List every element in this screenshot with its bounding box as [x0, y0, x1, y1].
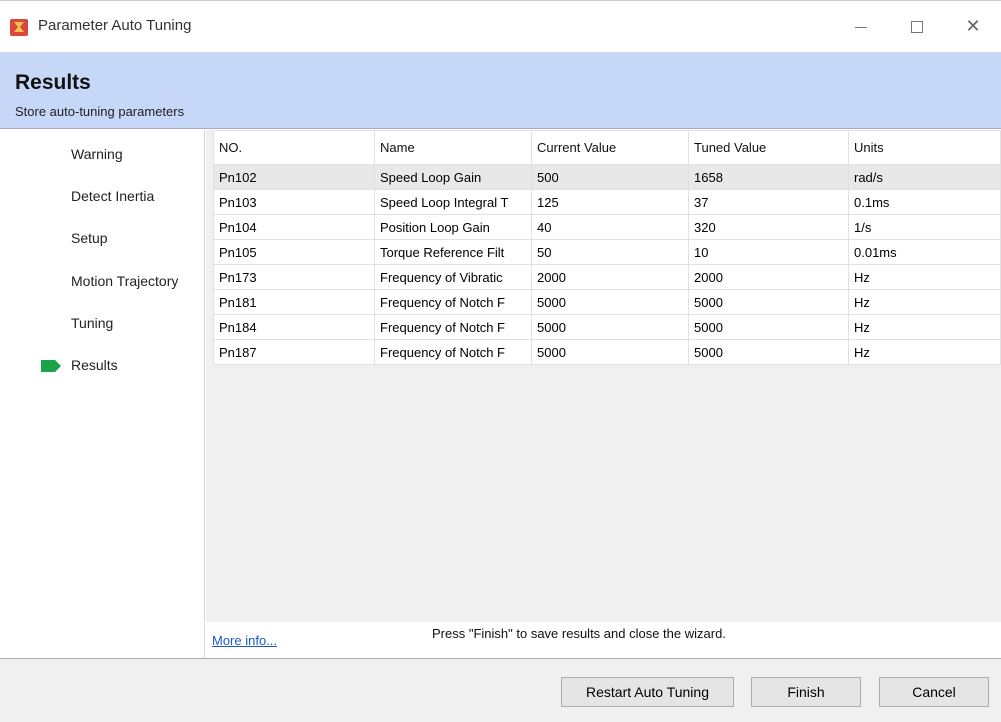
step-tuning: Tuning — [71, 315, 114, 331]
page-subtitle: Store auto-tuning parameters — [15, 104, 185, 119]
cell-name: Frequency of Notch F — [374, 339, 532, 365]
info-strip: More info... Press "Finish" to save resu… — [206, 622, 1001, 658]
cell-name: Position Loop Gain — [374, 214, 532, 240]
close-icon: ✕ — [965, 16, 981, 36]
cell-no: Pn181 — [213, 289, 375, 315]
table-row[interactable]: Pn173 Frequency of Vibratic 2000 2000 Hz — [213, 264, 1001, 290]
minimize-icon — [855, 26, 867, 28]
cell-no: Pn173 — [213, 264, 375, 290]
cell-current-value: 125 — [531, 189, 689, 215]
cell-no: Pn102 — [213, 164, 375, 190]
results-table: NO. Name Current Value Tuned Value Units… — [213, 130, 1001, 365]
cell-name: Frequency of Notch F — [374, 314, 532, 340]
wizard-steps-sidebar: Warning Detect Inertia Setup Motion Traj… — [0, 130, 205, 658]
cell-units: 0.01ms — [848, 239, 1001, 265]
step-results: Results — [71, 357, 118, 373]
cell-tuned-value: 10 — [688, 239, 849, 265]
cell-no: Pn103 — [213, 189, 375, 215]
table-row[interactable]: Pn187 Frequency of Notch F 5000 5000 Hz — [213, 339, 1001, 365]
cell-name: Torque Reference Filt — [374, 239, 532, 265]
restart-auto-tuning-button[interactable]: Restart Auto Tuning — [561, 677, 734, 707]
cell-units: 1/s — [848, 214, 1001, 240]
table-header-row: NO. Name Current Value Tuned Value Units — [213, 130, 1001, 165]
cell-tuned-value: 5000 — [688, 289, 849, 315]
button-bar: Restart Auto Tuning Finish Cancel — [0, 658, 1001, 722]
cell-units: 0.1ms — [848, 189, 1001, 215]
cell-tuned-value: 5000 — [688, 339, 849, 365]
cell-tuned-value: 37 — [688, 189, 849, 215]
cell-no: Pn187 — [213, 339, 375, 365]
wizard-header: Results Store auto-tuning parameters — [0, 52, 1001, 129]
column-header-units[interactable]: Units — [848, 130, 1001, 165]
cell-units: Hz — [848, 289, 1001, 315]
cancel-button[interactable]: Cancel — [879, 677, 989, 707]
page-title: Results — [15, 71, 91, 94]
close-button[interactable]: ✕ — [950, 11, 996, 43]
cell-name: Speed Loop Gain — [374, 164, 532, 190]
cell-name: Speed Loop Integral T — [374, 189, 532, 215]
cell-current-value: 50 — [531, 239, 689, 265]
app-icon — [10, 19, 28, 36]
cell-current-value: 2000 — [531, 264, 689, 290]
column-header-name[interactable]: Name — [374, 130, 532, 165]
maximize-icon — [911, 21, 923, 34]
cell-name: Frequency of Vibratic — [374, 264, 532, 290]
table-row[interactable]: Pn105 Torque Reference Filt 50 10 0.01ms — [213, 239, 1001, 265]
cell-no: Pn104 — [213, 214, 375, 240]
maximize-button[interactable] — [894, 11, 940, 43]
step-setup: Setup — [71, 230, 108, 246]
table-row[interactable]: Pn181 Frequency of Notch F 5000 5000 Hz — [213, 289, 1001, 315]
finish-button[interactable]: Finish — [751, 677, 861, 707]
minimize-button[interactable] — [838, 11, 884, 43]
cell-name: Frequency of Notch F — [374, 289, 532, 315]
cell-tuned-value: 320 — [688, 214, 849, 240]
cell-units: Hz — [848, 264, 1001, 290]
column-header-current-value[interactable]: Current Value — [531, 130, 689, 165]
step-detect-inertia: Detect Inertia — [71, 188, 155, 204]
finish-hint-text: Press "Finish" to save results and close… — [432, 626, 726, 641]
table-row[interactable]: Pn184 Frequency of Notch F 5000 5000 Hz — [213, 314, 1001, 340]
results-grid-area: NO. Name Current Value Tuned Value Units… — [206, 130, 1001, 622]
window-title: Parameter Auto Tuning — [38, 17, 192, 34]
title-bar: Parameter Auto Tuning ✕ — [0, 0, 1001, 52]
cell-current-value: 5000 — [531, 314, 689, 340]
cell-tuned-value: 2000 — [688, 264, 849, 290]
cell-current-value: 5000 — [531, 339, 689, 365]
cell-units: rad/s — [848, 164, 1001, 190]
cell-tuned-value: 5000 — [688, 314, 849, 340]
column-header-tuned-value[interactable]: Tuned Value — [688, 130, 849, 165]
cell-tuned-value: 1658 — [688, 164, 849, 190]
cell-no: Pn184 — [213, 314, 375, 340]
cell-units: Hz — [848, 339, 1001, 365]
cell-no: Pn105 — [213, 239, 375, 265]
current-step-arrow-icon — [41, 360, 61, 372]
cell-current-value: 500 — [531, 164, 689, 190]
more-info-link[interactable]: More info... — [212, 633, 277, 648]
table-row[interactable]: Pn104 Position Loop Gain 40 320 1/s — [213, 214, 1001, 240]
table-row[interactable]: Pn103 Speed Loop Integral T 125 37 0.1ms — [213, 189, 1001, 215]
cell-current-value: 5000 — [531, 289, 689, 315]
cell-units: Hz — [848, 314, 1001, 340]
step-motion-trajectory: Motion Trajectory — [71, 273, 179, 289]
column-header-no[interactable]: NO. — [213, 130, 375, 165]
step-warning: Warning — [71, 146, 123, 162]
cell-current-value: 40 — [531, 214, 689, 240]
table-row[interactable]: Pn102 Speed Loop Gain 500 1658 rad/s — [213, 164, 1001, 190]
